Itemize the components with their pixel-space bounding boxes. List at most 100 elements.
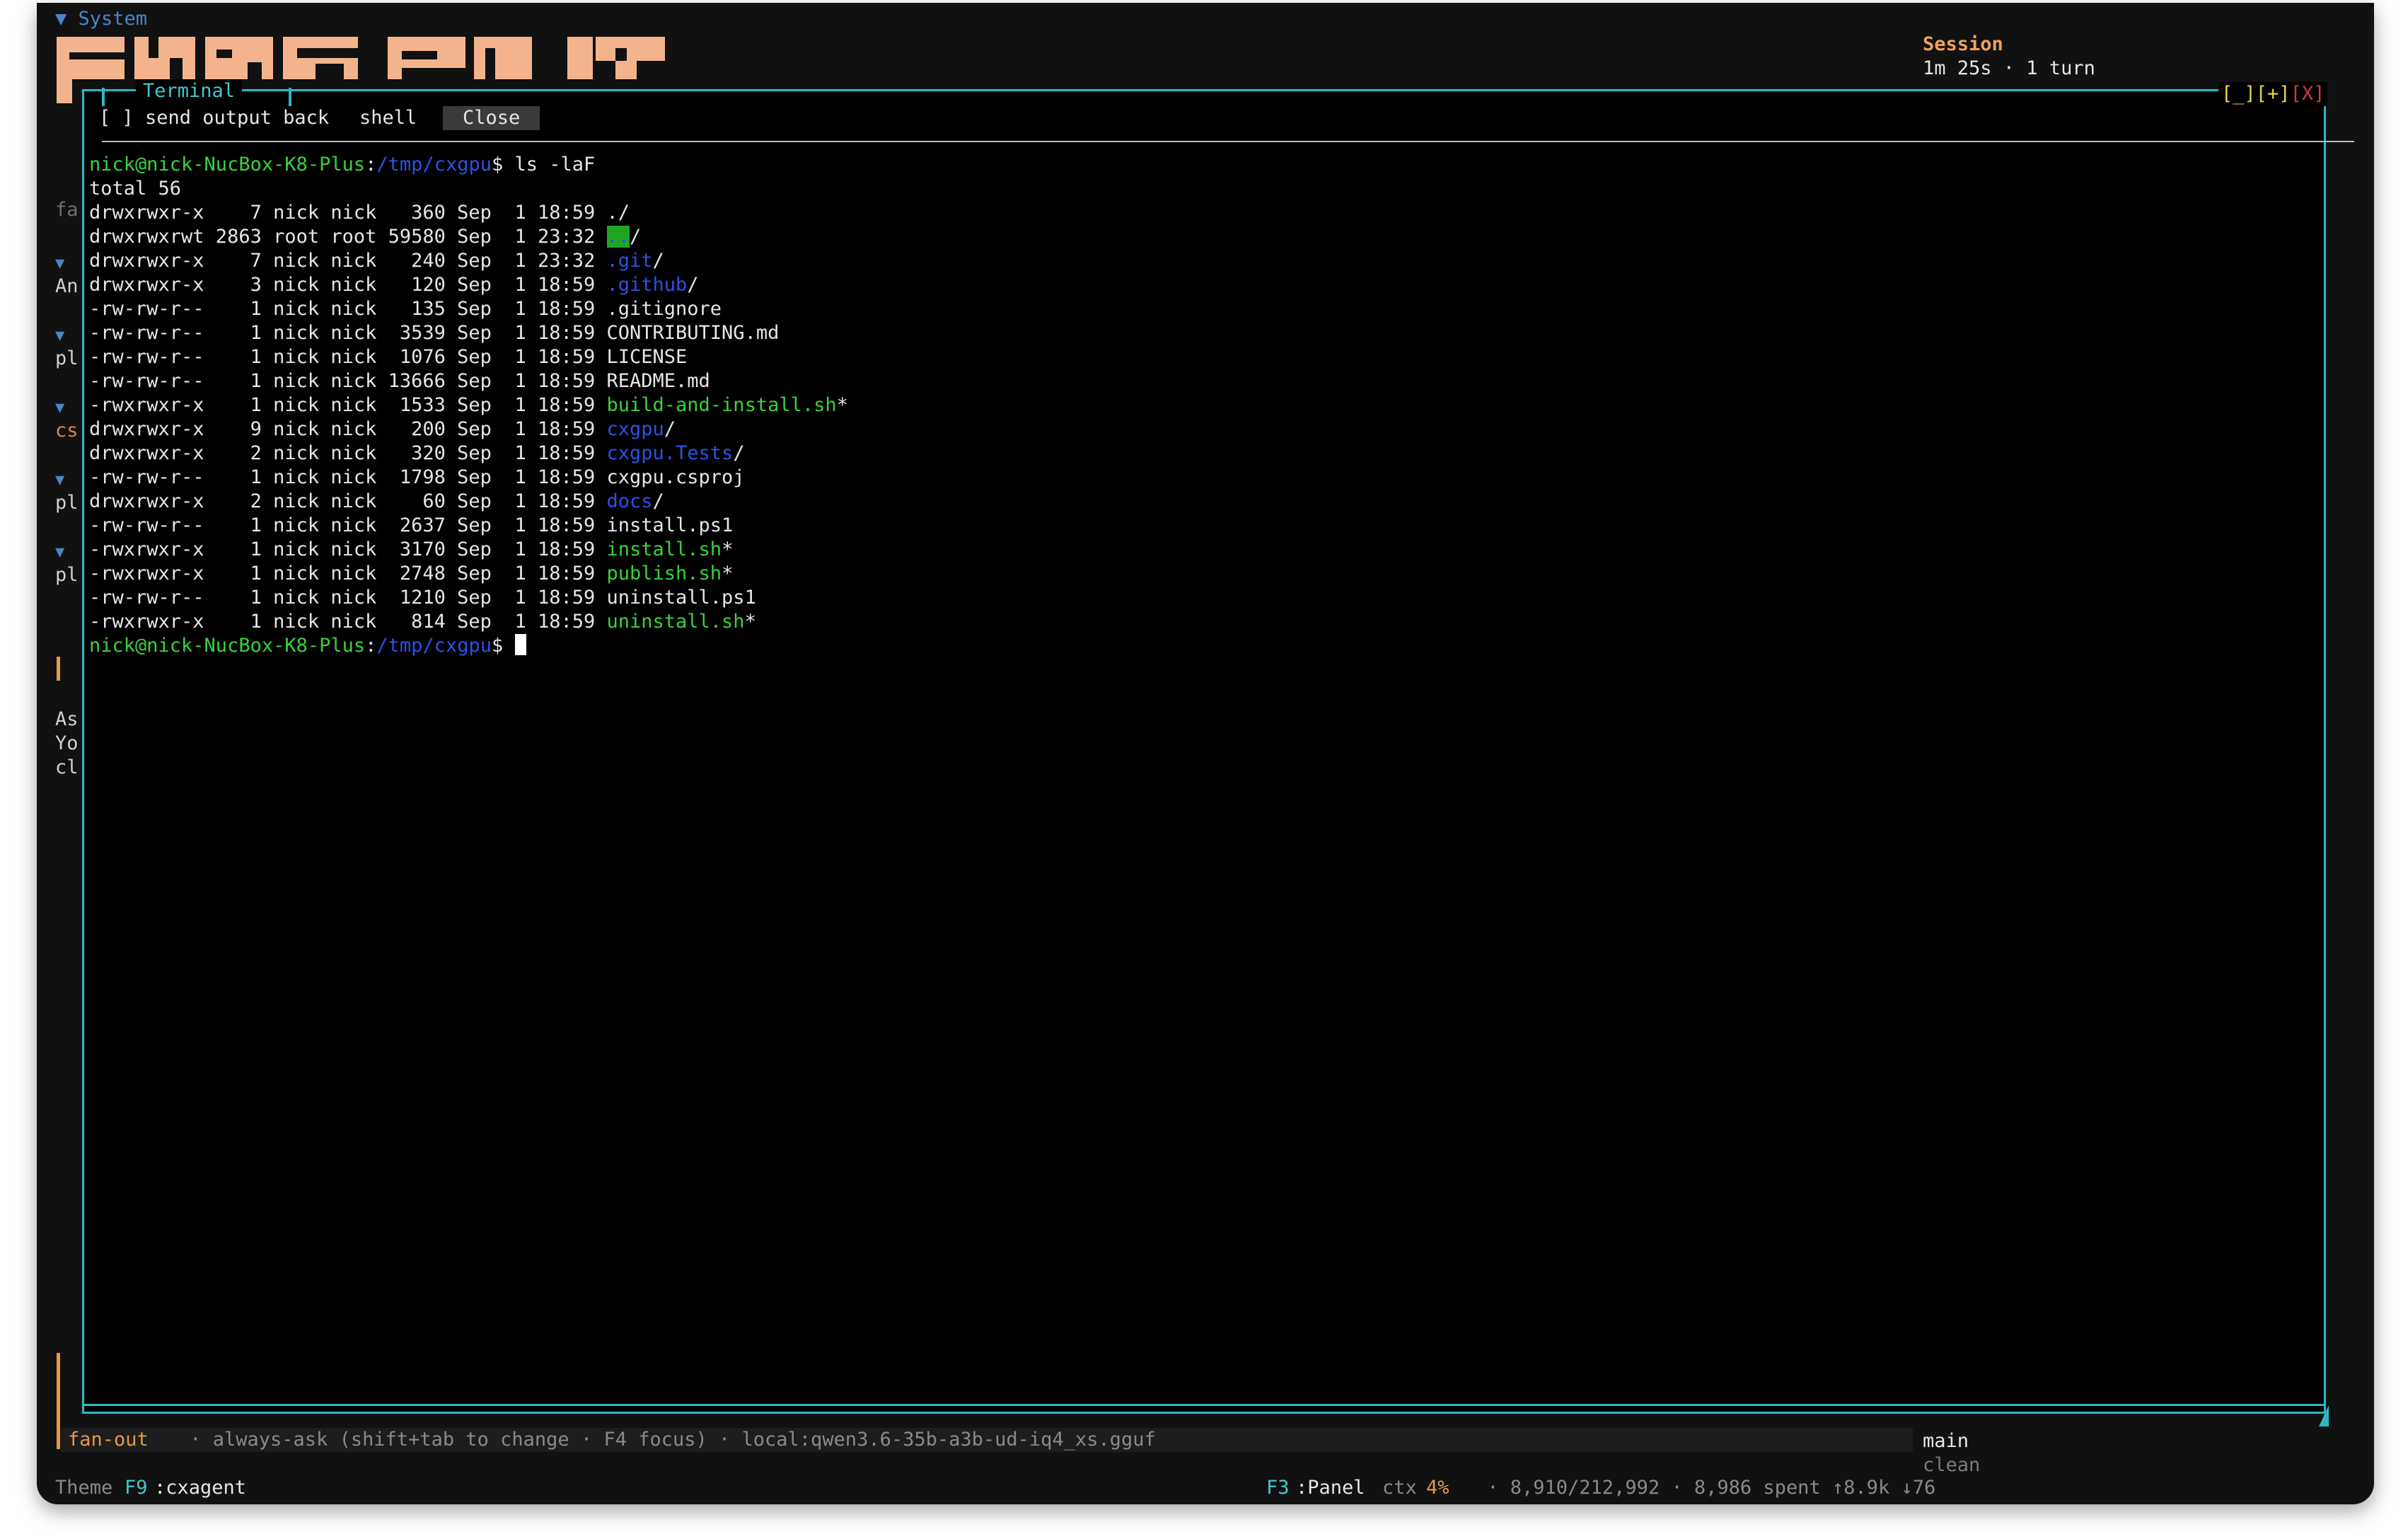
file-name: LICENSE	[606, 346, 688, 368]
listing-row: -rw-rw-r-- 1 nick nick 13666 Sep 1 18:59…	[89, 369, 848, 393]
chat-strip-text: An	[55, 275, 79, 297]
file-meta: -rw-rw-r-- 1 nick nick 2637 Sep 1 18:59	[89, 514, 607, 536]
minimize-button[interactable]: [_]	[2221, 83, 2256, 105]
prompt-path: /tmp/cxgpu	[376, 154, 492, 175]
listing-row: -rwxrwxr-x 1 nick nick 1533 Sep 1 18:59 …	[89, 393, 848, 417]
file-name: cxgpu.csproj	[606, 466, 745, 488]
prompt-colon: :	[365, 635, 377, 657]
listing-row: drwxrwxr-x 3 nick nick 120 Sep 1 18:59 .…	[89, 273, 848, 297]
listing-row: drwxrwxr-x 2 nick nick 320 Sep 1 18:59 c…	[89, 442, 848, 466]
app-window: ▼ System Session 1m 25s · 1 turn fa ▼ An…	[37, 3, 2374, 1504]
file-meta: drwxrwxr-x 3 nick nick 120 Sep 1 18:59	[89, 274, 607, 296]
toolbar-divider	[102, 141, 2354, 142]
file-meta: drwxrwxr-x 2 nick nick 60 Sep 1 18:59	[89, 490, 607, 512]
listing-row: -rw-rw-r-- 1 nick nick 1210 Sep 1 18:59 …	[89, 586, 848, 610]
prompt-colon: :	[365, 154, 377, 175]
prompt-user-host: nick@nick-NucBox-K8-Plus	[89, 635, 366, 657]
shell-button[interactable]: shell	[359, 106, 417, 130]
collapse-icon[interactable]: ▼	[55, 324, 64, 348]
file-name: .gitignore	[606, 298, 722, 320]
context-percent: 4%	[1426, 1477, 1449, 1499]
chat-strip-text: cl	[55, 756, 79, 778]
listing-row: -rw-rw-r-- 1 nick nick 2637 Sep 1 18:59 …	[89, 514, 848, 538]
collapse-icon[interactable]: ▼	[55, 396, 64, 420]
system-section-toggle[interactable]: ▼ System	[55, 7, 147, 31]
close-button[interactable]: Close	[443, 106, 540, 130]
listing-row: -rwxrwxr-x 1 nick nick 3170 Sep 1 18:59 …	[89, 538, 848, 562]
token-usage: · 8,910/212,992 · 8,986 spent ↑8.9k ↓76	[1476, 1477, 1936, 1499]
file-name: install.sh	[606, 538, 722, 560]
session-title: Session	[1923, 33, 2003, 55]
collapse-icon[interactable]: ▼	[55, 252, 64, 276]
chat-strip-text: Yo	[55, 732, 79, 754]
file-suffix: /	[618, 202, 630, 224]
file-meta: -rwxrwxr-x 1 nick nick 2748 Sep 1 18:59	[89, 563, 607, 584]
terminal-bottom-border	[84, 1404, 2324, 1406]
chat-strip-text: cs	[55, 420, 79, 442]
listing-row: drwxrwxr-x 9 nick nick 200 Sep 1 18:59 c…	[89, 417, 848, 442]
file-meta: drwxrwxr-x 9 nick nick 200 Sep 1 18:59	[89, 418, 607, 440]
file-meta: -rw-rw-r-- 1 nick nick 1798 Sep 1 18:59	[89, 466, 607, 488]
file-meta: -rwxrwxr-x 1 nick nick 814 Sep 1 18:59	[89, 611, 607, 633]
file-meta: -rw-rw-r-- 1 nick nick 3539 Sep 1 18:59	[89, 322, 607, 344]
listing-row: drwxrwxr-x 7 nick nick 240 Sep 1 23:32 .…	[89, 249, 848, 273]
mode-details: · always-ask (shift+tab to change · F4 f…	[178, 1429, 1156, 1451]
listing-row: -rwxrwxr-x 1 nick nick 2748 Sep 1 18:59 …	[89, 562, 848, 586]
listing-row: -rwxrwxr-x 1 nick nick 814 Sep 1 18:59 u…	[89, 610, 848, 634]
title-bracket	[102, 88, 105, 106]
file-meta: drwxrwxr-x 7 nick nick 240 Sep 1 23:32	[89, 250, 607, 272]
file-suffix: /	[652, 490, 664, 512]
listing-row: -rw-rw-r-- 1 nick nick 135 Sep 1 18:59 .…	[89, 297, 848, 321]
file-name: ..	[606, 226, 630, 248]
file-meta: drwxrwxrwt 2863 root root 59580 Sep 1 23…	[89, 226, 607, 248]
total-line: total 56	[89, 178, 182, 200]
file-name: cxgpu.Tests	[606, 442, 734, 464]
terminal-output[interactable]: nick@nick-NucBox-K8-Plus:/tmp/cxgpu$ ls …	[89, 153, 848, 658]
file-meta: -rwxrwxr-x 1 nick nick 3170 Sep 1 18:59	[89, 538, 607, 560]
file-name: CONTRIBUTING.md	[606, 322, 780, 344]
file-name: README.md	[606, 370, 710, 392]
panel-shortcut-key[interactable]: F3	[1266, 1476, 1290, 1500]
file-name: .github	[606, 274, 688, 296]
chat-strip-text: As	[55, 708, 79, 730]
file-name: .git	[606, 250, 653, 272]
file-suffix: /	[652, 250, 664, 272]
theme-shortcut-key[interactable]: F9	[125, 1476, 148, 1500]
resize-handle[interactable]	[2319, 1405, 2329, 1426]
file-listing: drwxrwxr-x 7 nick nick 360 Sep 1 18:59 .…	[89, 201, 848, 634]
file-meta: -rw-rw-r-- 1 nick nick 13666 Sep 1 18:59	[89, 370, 607, 392]
listing-row: -rw-rw-r-- 1 nick nick 3539 Sep 1 18:59 …	[89, 321, 848, 345]
chat-strip-text: pl	[55, 347, 79, 369]
file-suffix: *	[836, 394, 848, 416]
listing-row: drwxrwxr-x 2 nick nick 60 Sep 1 18:59 do…	[89, 490, 848, 514]
mode-indicator[interactable]: fan-out	[68, 1428, 149, 1452]
prompt-dollar: $	[491, 635, 504, 657]
file-meta: -rw-rw-r-- 1 nick nick 135 Sep 1 18:59	[89, 298, 607, 320]
listing-row: drwxrwxrwt 2863 root root 59580 Sep 1 23…	[89, 225, 848, 249]
git-state: clean	[1923, 1454, 1981, 1476]
file-suffix: /	[664, 418, 676, 440]
chat-strip-text: pl	[55, 492, 79, 514]
file-name: build-and-install.sh	[606, 394, 837, 416]
terminal-title: Terminal	[136, 79, 243, 103]
file-suffix: *	[744, 611, 756, 633]
file-suffix: /	[733, 442, 745, 464]
file-meta: -rw-rw-r-- 1 nick nick 1076 Sep 1 18:59	[89, 346, 607, 368]
file-name: uninstall.sh	[606, 611, 745, 633]
collapse-icon[interactable]: ▼	[55, 541, 64, 565]
file-name: install.ps1	[606, 514, 734, 536]
theme-label: Theme	[55, 1477, 113, 1499]
close-window-button[interactable]: [X]	[2291, 83, 2325, 105]
text-cursor	[514, 634, 526, 655]
file-suffix: /	[687, 274, 699, 296]
input-marker	[57, 1353, 60, 1449]
maximize-button[interactable]: [+]	[2256, 83, 2291, 105]
prompt-user-host: nick@nick-NucBox-K8-Plus	[89, 154, 366, 175]
git-branch: main	[1923, 1430, 1969, 1452]
prompt-path: /tmp/cxgpu	[376, 635, 492, 657]
prompt-dollar: $	[491, 154, 504, 175]
file-name: publish.sh	[606, 563, 722, 584]
context-label: ctx	[1382, 1477, 1417, 1499]
send-output-back-checkbox[interactable]: [ ] send output back	[99, 106, 329, 130]
collapse-icon[interactable]: ▼	[55, 468, 64, 492]
